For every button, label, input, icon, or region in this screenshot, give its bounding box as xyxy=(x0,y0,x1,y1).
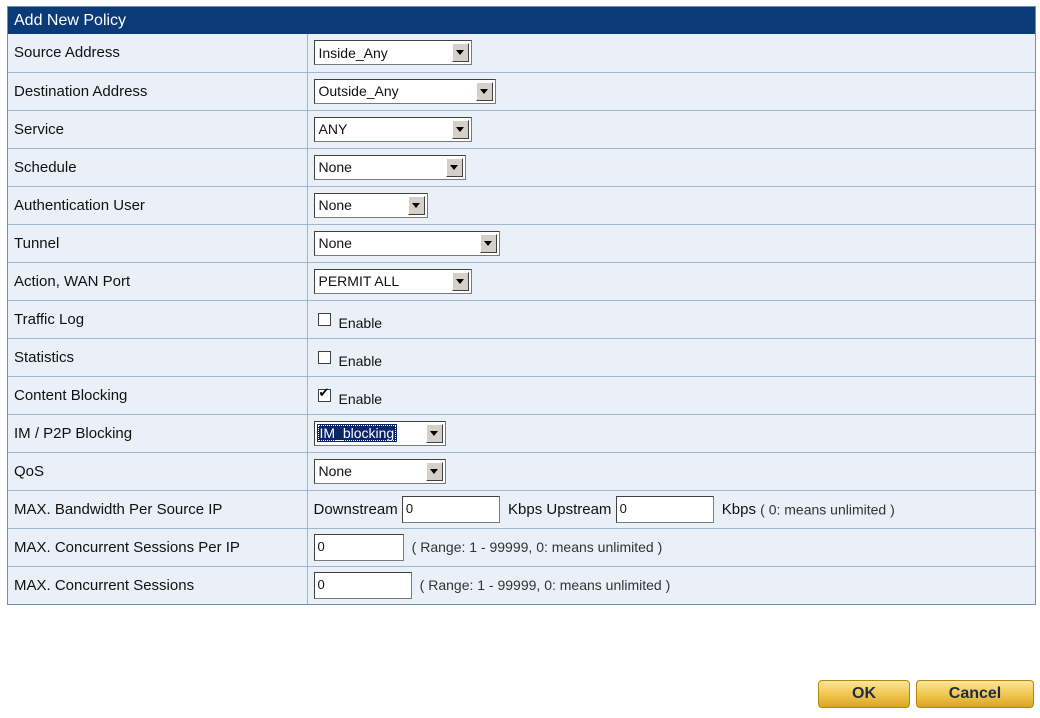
qos-label: QoS xyxy=(8,451,308,491)
auth-user-select[interactable]: None xyxy=(313,192,428,218)
form-buttons: OK Cancel xyxy=(818,680,1034,708)
statistics-checkbox[interactable] xyxy=(317,351,331,365)
chevron-down-icon xyxy=(407,195,425,215)
cancel-button[interactable]: Cancel xyxy=(916,680,1034,708)
chevron-down-icon xyxy=(451,271,469,291)
traffic-log-checkbox[interactable] xyxy=(317,313,331,327)
form-row-qos: QoS None xyxy=(8,451,1035,491)
traffic-log-label: Traffic Log xyxy=(8,299,308,339)
chevron-down-icon xyxy=(445,157,463,177)
form-row-destination-address: Destination Address Outside_Any xyxy=(8,71,1035,111)
form-row-max-bandwidth: MAX. Bandwidth Per Source IP Downstream … xyxy=(8,489,1035,529)
action-wan-label: Action, WAN Port xyxy=(8,261,308,301)
form-row-auth-user: Authentication User None xyxy=(8,185,1035,225)
ok-button[interactable]: OK xyxy=(818,680,910,708)
form-row-max-sessions-per-ip: MAX. Concurrent Sessions Per IP 0 ( Rang… xyxy=(8,527,1035,567)
form-row-source-address: Source Address Inside_Any xyxy=(8,34,1035,73)
service-select[interactable]: ANY xyxy=(313,116,472,142)
chevron-down-icon xyxy=(475,81,493,101)
statistics-enable-label: Enable xyxy=(338,352,383,369)
form-row-content-blocking: Content Blocking Enable xyxy=(8,375,1035,415)
form-row-tunnel: Tunnel None xyxy=(8,223,1035,263)
source-address-select[interactable]: Inside_Any xyxy=(313,40,472,66)
max-sessions-per-ip-input[interactable]: 0 xyxy=(313,533,404,561)
content-blocking-checkbox[interactable] xyxy=(317,386,331,403)
form-row-service: Service ANY xyxy=(8,109,1035,149)
auth-user-label: Authentication User xyxy=(8,185,308,225)
chevron-down-icon xyxy=(451,43,469,63)
action-wan-select[interactable]: PERMIT ALL xyxy=(313,268,472,294)
im-p2p-select[interactable]: IM_blocking xyxy=(313,420,446,446)
policy-form-table: Source Address Inside_Any Destination Ad… xyxy=(8,34,1035,604)
max-sessions-label: MAX. Concurrent Sessions xyxy=(8,565,308,604)
max-sessions-per-ip-label: MAX. Concurrent Sessions Per IP xyxy=(8,527,308,567)
tunnel-label: Tunnel xyxy=(8,223,308,263)
chevron-down-icon xyxy=(425,423,443,443)
add-policy-panel: Add New Policy Source Address Inside_Any… xyxy=(7,6,1036,605)
max-sessions-input[interactable]: 0 xyxy=(313,571,412,599)
form-row-max-sessions: MAX. Concurrent Sessions 0 ( Range: 1 - … xyxy=(8,565,1035,604)
bandwidth-note: ( 0: means unlimited ) xyxy=(760,501,895,517)
panel-title: Add New Policy xyxy=(8,7,1035,34)
destination-address-label: Destination Address xyxy=(8,71,308,111)
content-blocking-label: Content Blocking xyxy=(8,375,308,415)
content-blocking-enable-label: Enable xyxy=(338,390,383,407)
schedule-label: Schedule xyxy=(8,147,308,187)
chevron-down-icon xyxy=(479,233,497,253)
form-row-traffic-log: Traffic Log Enable xyxy=(8,299,1035,339)
tunnel-select[interactable]: None xyxy=(313,230,500,256)
form-row-im-p2p: IM / P2P Blocking IM_blocking xyxy=(8,413,1035,453)
im-p2p-label: IM / P2P Blocking xyxy=(8,413,308,453)
form-row-schedule: Schedule None xyxy=(8,147,1035,187)
max-sessions-per-ip-note: ( Range: 1 - 99999, 0: means unlimited ) xyxy=(411,539,663,555)
chevron-down-icon xyxy=(451,119,469,139)
max-sessions-note: ( Range: 1 - 99999, 0: means unlimited ) xyxy=(419,577,671,594)
statistics-label: Statistics xyxy=(8,337,308,377)
kbps-label: Kbps xyxy=(721,500,756,518)
qos-select[interactable]: None xyxy=(313,458,446,484)
traffic-log-enable-label: Enable xyxy=(338,314,383,331)
service-label: Service xyxy=(8,109,308,149)
kbps-upstream-label: Kbps Upstream xyxy=(508,500,612,518)
max-bandwidth-label: MAX. Bandwidth Per Source IP xyxy=(8,489,308,529)
destination-address-select[interactable]: Outside_Any xyxy=(313,78,496,104)
source-address-label: Source Address xyxy=(8,34,308,73)
form-row-statistics: Statistics Enable xyxy=(8,337,1035,377)
form-row-action-wan: Action, WAN Port PERMIT ALL xyxy=(8,261,1035,301)
downstream-label: Downstream xyxy=(313,500,398,518)
chevron-down-icon xyxy=(425,461,443,481)
upstream-input[interactable]: 0 xyxy=(615,495,714,523)
downstream-input[interactable]: 0 xyxy=(401,495,500,523)
schedule-select[interactable]: None xyxy=(313,154,466,180)
